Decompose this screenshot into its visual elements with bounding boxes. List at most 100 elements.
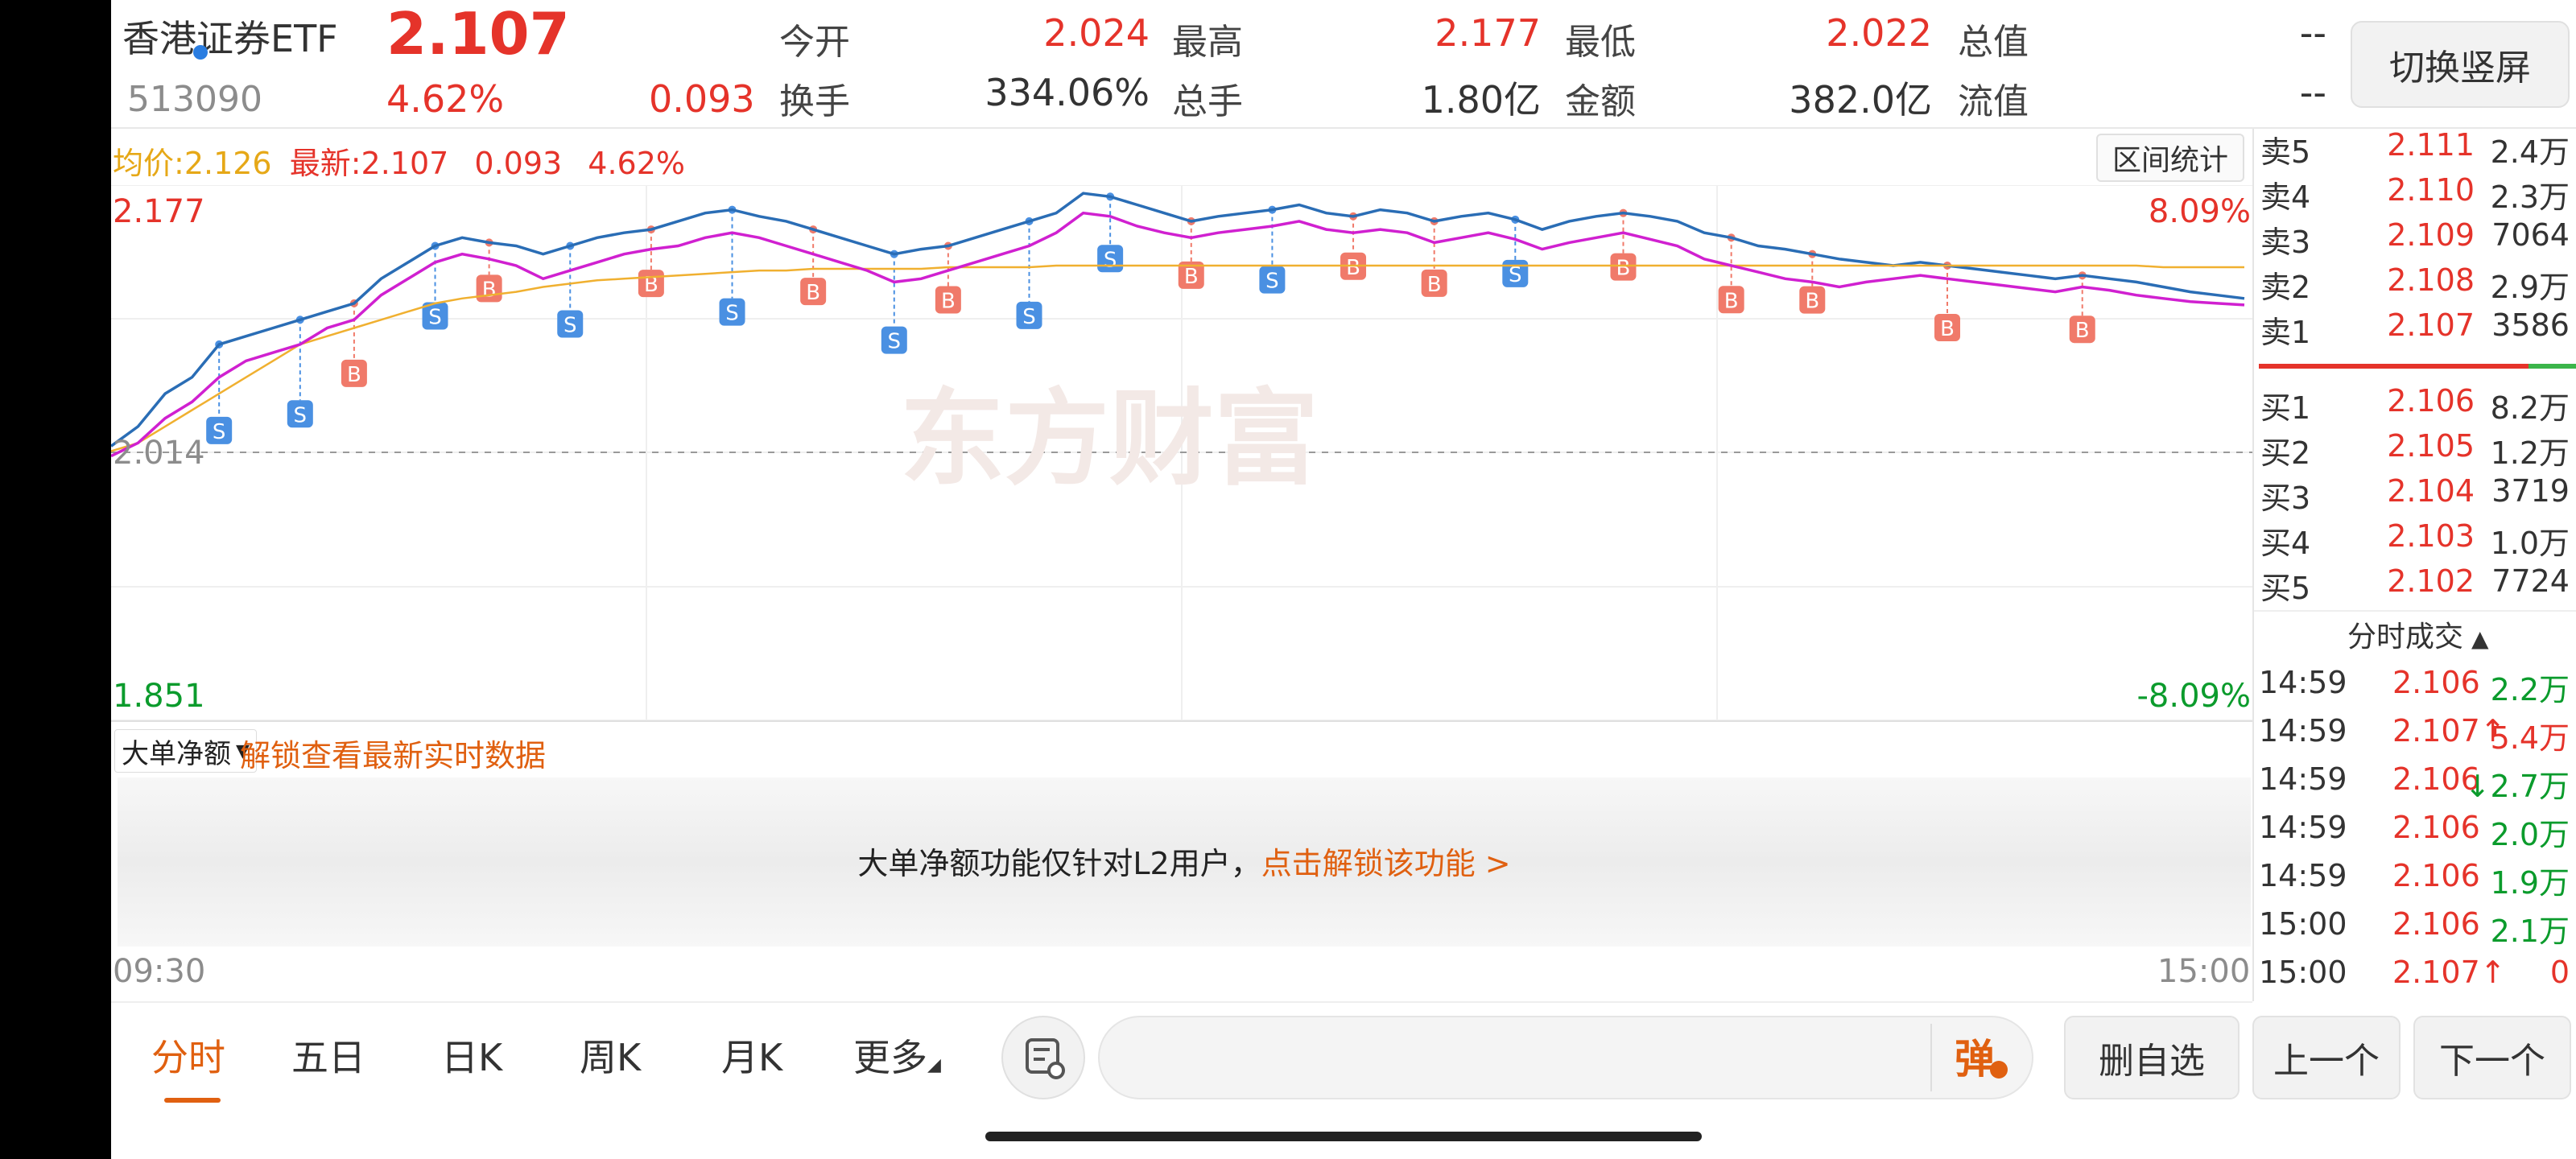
stat-label-high: 最高: [1172, 22, 1243, 63]
trades-title[interactable]: 分时成交 ▲: [2347, 613, 2489, 655]
order-sell-5: 卖5 2.111 2.4万: [2260, 127, 2570, 170]
signal-marker-letter: S: [1104, 248, 1117, 272]
interval-stats-button[interactable]: 区间统计: [2096, 134, 2244, 182]
trade-row: 14:59 2.106 1.9万: [2259, 858, 2570, 901]
home-indicator: [985, 1132, 1702, 1141]
stat-label-volume: 总手: [1172, 81, 1243, 122]
change-value: 0.093: [649, 77, 755, 121]
stat-label-total-value: 总值: [1958, 22, 2029, 63]
indicator-dropdown[interactable]: 大单净额 ▼: [114, 729, 257, 773]
signal-marker-letter: B: [1940, 317, 1955, 341]
latest-label: 最新:: [289, 146, 361, 181]
chart-bottom-divider: [111, 1001, 2252, 1003]
order-sell-2: 卖2 2.108 2.9万: [2260, 262, 2570, 305]
stat-label-open: 今开: [779, 22, 850, 63]
trade-row: 14:59 2.106 2.2万: [2259, 665, 2570, 707]
stock-code: 513090: [127, 79, 262, 120]
order-sell-4: 卖4 2.110 2.3万: [2260, 172, 2570, 215]
stat-label-float-value: 流值: [1958, 81, 2029, 122]
l2-notice: 大单净额功能仅针对L2用户，点击解锁该功能 >: [118, 839, 2251, 883]
latest-value: 2.107: [361, 146, 449, 181]
tab-daily-k[interactable]: 日K: [441, 1029, 502, 1082]
change-pct: 4.62%: [386, 77, 505, 121]
trades-divider: [2254, 610, 2576, 612]
stat-value-float-value: --: [2299, 71, 2326, 114]
signal-marker-letter: S: [1265, 270, 1279, 294]
danmu-input[interactable]: [1098, 1016, 2033, 1099]
stat-value-low: 2.022: [1826, 11, 1932, 55]
order-buy-2: 买2 2.105 1.2万: [2260, 428, 2570, 471]
signal-marker-letter: B: [1805, 290, 1819, 314]
signal-marker-letter: B: [941, 289, 956, 313]
header-divider: [111, 127, 2576, 129]
danmu-input-divider: [1930, 1024, 1932, 1091]
signal-marker-letter: B: [1427, 273, 1442, 297]
more-arrow-icon: ◢: [927, 1055, 941, 1075]
trade-row: 15:00 2.106 2.1万: [2259, 906, 2570, 949]
signal-marker-letter: B: [1346, 256, 1360, 280]
l2-unlock-link[interactable]: 点击解锁该功能 >: [1261, 846, 1511, 881]
remove-watchlist-button[interactable]: 删自选: [2064, 1016, 2240, 1099]
y-high-label: 2.177: [113, 193, 205, 230]
avg-label: 均价:: [113, 146, 184, 181]
tab-more[interactable]: 更多◢: [853, 1029, 941, 1082]
current-price: 2.107: [386, 0, 570, 68]
watermark: 东方财富: [900, 377, 1319, 500]
stat-label-turnover: 换手: [779, 81, 850, 122]
order-buy-3: 买3 2.104 3719: [2260, 473, 2570, 516]
trade-row: 14:59 2.107↑ 5.4万: [2259, 713, 2570, 756]
intraday-chart[interactable]: 东方财富 SSBSBSBSBSBSSB SBB S BB BB B: [111, 185, 2252, 720]
caret-up-icon: ▲: [2471, 625, 2489, 652]
time-end-label: 15:00: [2157, 953, 2251, 990]
trade-row: 14:59 2.106 ↓2.7万: [2259, 761, 2570, 804]
signal-marker-letter: B: [1184, 265, 1199, 289]
tab-more-label: 更多: [853, 1036, 927, 1079]
avg-value: 2.126: [184, 146, 272, 181]
previous-stock-button[interactable]: 上一个: [2252, 1016, 2401, 1099]
tab-monthly-k[interactable]: 月K: [721, 1029, 782, 1082]
time-start-label: 09:30: [113, 953, 206, 990]
l2-locked-panel: 大单净额功能仅针对L2用户，点击解锁该功能 >: [118, 777, 2251, 947]
next-stock-button[interactable]: 下一个: [2413, 1016, 2571, 1099]
stat-value-amount: 382.0亿: [1789, 78, 1932, 122]
signal-marker-letter: S: [294, 403, 308, 427]
stat-value-turnover: 334.06%: [985, 71, 1150, 114]
signal-marker-letter: S: [725, 302, 739, 326]
signal-marker-letter: S: [564, 313, 577, 337]
trade-row: 15:00 2.107↑ 0: [2259, 955, 2570, 990]
trade-row: 14:59 2.106 2.0万: [2259, 810, 2570, 852]
latest-change: 0.093: [474, 146, 563, 181]
right-panel-divider: [2252, 129, 2254, 1001]
signal-marker-letter: B: [2075, 319, 2090, 343]
order-buy-1: 买1 2.106 8.2万: [2260, 383, 2570, 426]
danmu-toggle-button[interactable]: 弹: [1955, 1027, 1995, 1085]
signal-marker-letter: S: [888, 330, 902, 354]
stat-value-high: 2.177: [1435, 11, 1541, 55]
signal-marker-letter: B: [1616, 257, 1631, 281]
pct-high-label: 8.09%: [2148, 193, 2251, 230]
trades-title-label: 分时成交: [2347, 621, 2464, 654]
l2-notice-text: 大单净额功能仅针对L2用户，: [857, 846, 1261, 881]
stat-value-volume: 1.80亿: [1421, 78, 1541, 122]
stat-value-open: 2.024: [1043, 11, 1150, 55]
comment-settings-button[interactable]: [1001, 1016, 1085, 1099]
order-sell-3: 卖3 2.109 7064: [2260, 217, 2570, 260]
y-low-label: 1.851: [113, 678, 205, 715]
signal-marker-letter: S: [213, 420, 226, 444]
bid-ask-ratio-bar: [2259, 364, 2576, 369]
y-mid-label: 2.014: [113, 435, 205, 472]
signal-marker-letter: B: [347, 363, 361, 387]
switch-portrait-button[interactable]: 切换竖屏: [2351, 21, 2570, 108]
unlock-realtime-link[interactable]: 解锁查看最新实时数据: [240, 731, 546, 775]
left-black-bar: [0, 0, 111, 1159]
stat-label-low: 最低: [1565, 22, 1636, 63]
tab-intraday[interactable]: 分时: [151, 1029, 225, 1082]
latest-pct: 4.62%: [588, 146, 686, 181]
tab-five-day[interactable]: 五日: [291, 1029, 365, 1082]
order-sell-1: 卖1 2.107 3586: [2260, 307, 2570, 350]
tab-weekly-k[interactable]: 周K: [580, 1029, 641, 1082]
stock-name: 香港证券ETF: [122, 17, 338, 60]
pct-low-label: -8.09%: [2136, 678, 2251, 715]
order-buy-4: 买4 2.103 1.0万: [2260, 518, 2570, 561]
status-dot-icon: [193, 45, 208, 60]
